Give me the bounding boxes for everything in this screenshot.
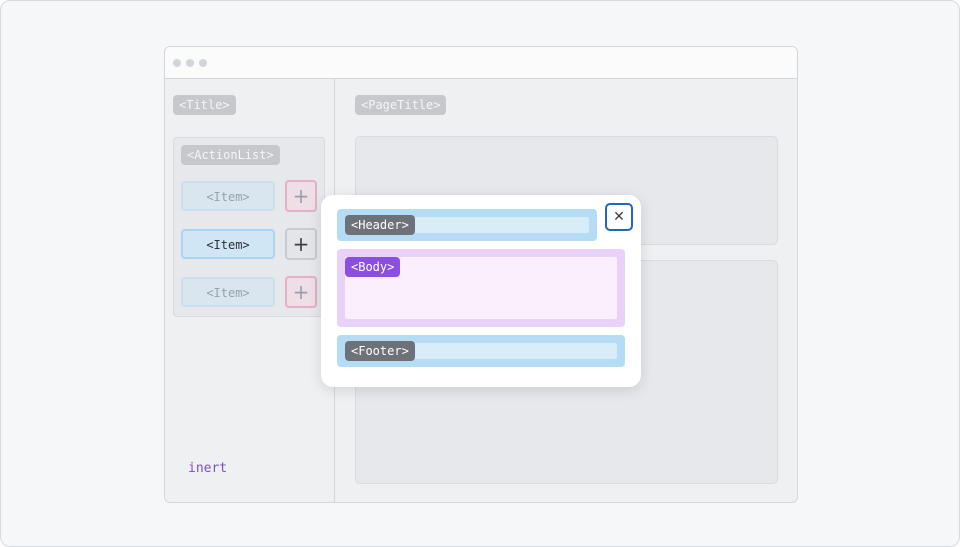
window-dot-icon: [173, 59, 181, 67]
add-icon[interactable]: +: [285, 276, 317, 308]
window-dot-icon: [199, 59, 207, 67]
close-button[interactable]: ✕: [605, 203, 633, 231]
page-title-tag: <PageTitle>: [355, 95, 447, 115]
title-tag: <Title>: [173, 95, 236, 115]
action-list: <ActionList> <Item> + <Item> + <Item> +: [173, 137, 325, 317]
action-list-tag: <ActionList>: [181, 145, 280, 165]
action-list-item[interactable]: <Item>: [181, 277, 275, 307]
body-tag: <Body>: [345, 257, 401, 277]
dialog-footer: <Footer>: [337, 335, 625, 367]
diagram-frame: <Title> <ActionList> <Item> + <Item> + <…: [0, 0, 960, 547]
inert-label: inert: [188, 461, 228, 476]
dialog-body: <Body>: [337, 249, 625, 327]
footer-tag: <Footer>: [345, 341, 415, 361]
window-dot-icon: [186, 59, 194, 67]
dialog: <Header> ✕ <Body> <Footer>: [321, 195, 641, 387]
sidebar: <Title> <ActionList> <Item> + <Item> + <…: [165, 79, 335, 502]
add-icon[interactable]: +: [285, 180, 317, 212]
close-icon: ✕: [613, 209, 625, 225]
dialog-header: <Header>: [337, 209, 597, 241]
action-list-item[interactable]: <Item>: [181, 229, 275, 259]
window-titlebar: [165, 47, 797, 79]
header-tag: <Header>: [345, 215, 415, 235]
add-icon[interactable]: +: [285, 228, 317, 260]
action-list-item[interactable]: <Item>: [181, 181, 275, 211]
